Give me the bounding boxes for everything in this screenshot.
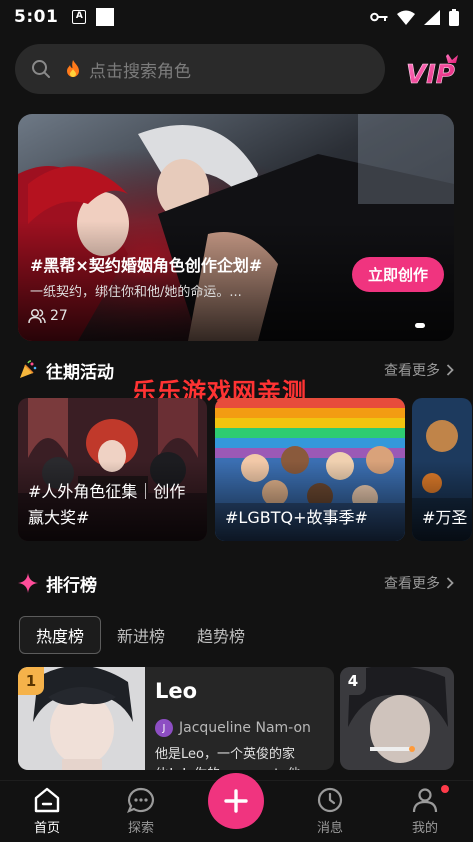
participant-count: 27 [28,308,68,324]
banner-title: #黑帮×契约婚姻角色创作企划# [30,256,263,275]
vip-label: VIP [406,60,455,88]
ranking-header: 排行榜 查看更多 [18,569,454,597]
search-bar[interactable]: 点击搜索角色 [15,44,385,94]
character-name: Leo [155,679,198,703]
status-time: 5:01 [14,7,59,27]
party-popper-icon [20,360,37,378]
tab-hot[interactable]: 热度榜 [19,616,102,654]
character-description: 他是Leo，一个英俊的家伙！！你的roommate他 [155,747,300,770]
plus-icon [224,789,248,813]
clock-icon [317,787,343,813]
create-button[interactable] [208,773,264,829]
vip-crown-icon: VIP [406,54,458,90]
activity-card[interactable]: #人外角色征集｜创作赢大奖# [18,398,207,541]
rank-badge: 1 [18,667,44,695]
tab-new[interactable]: 新进榜 [101,616,181,654]
create-now-button[interactable]: 立即创作 [352,257,444,292]
nav-home[interactable]: 首页 [17,787,77,836]
sparkle-icon [18,573,38,593]
notification-square-icon [96,8,115,26]
wifi-icon [397,10,415,25]
bottom-navigation: 首页 探索 消息 我的 [0,773,473,842]
tab-trending[interactable]: 趋势榜 [181,616,261,654]
author-name: Jacqueline Nam-on [179,720,311,736]
battery-icon [449,8,459,26]
people-icon [28,308,46,324]
ranking-title: 排行榜 [46,575,97,596]
home-icon [34,787,60,813]
activities-see-more[interactable]: 查看更多 [384,360,454,380]
banner-subtitle: 一纸契约，绑住你和他/她的命运。... [30,285,242,300]
chevron-right-icon [446,577,454,589]
ranking-see-more[interactable]: 查看更多 [384,573,454,593]
status-icons [370,8,459,26]
activities-carousel[interactable]: #人外角色征集｜创作赢大奖# #LGBTQ+故事季# #万圣 [18,398,473,541]
person-icon [412,788,438,813]
activity-caption: #人外角色征集｜创作赢大奖# [28,482,186,527]
activities-title: 往期活动 [46,362,114,383]
nav-profile[interactable]: 我的 [395,787,455,836]
status-bar: 5:01 A [0,0,473,34]
search-placeholder: 点击搜索角色 [89,61,191,82]
profile-notification-dot [441,785,449,793]
activity-caption: #万圣 [422,508,468,527]
chevron-right-icon [446,364,454,376]
chat-bubble-icon [127,787,154,813]
activity-card[interactable]: #万圣 [412,398,472,541]
notification-app-icon: A [72,10,87,24]
rank-card[interactable]: 1 Leo J Jacqueline Nam-on 他是Leo，一个英俊的家伙！… [18,667,334,770]
rank-badge: 4 [340,667,366,695]
flame-icon [67,60,79,77]
vpn-key-icon [370,12,388,22]
author-avatar: J [155,719,173,737]
search-icon [32,60,50,78]
vip-button[interactable]: VIP [404,50,466,90]
rank-card[interactable]: 4 [340,667,454,770]
featured-banner[interactable]: #黑帮×契约婚姻角色创作企划# 一纸契约，绑住你和他/她的命运。... 27 立… [18,114,454,341]
signal-icon [424,9,440,25]
author-line: J Jacqueline Nam-on [155,719,311,737]
nav-explore[interactable]: 探索 [111,787,171,836]
ranking-tabs: 热度榜 新进榜 趋势榜 [19,616,261,654]
participant-count-value: 27 [50,308,68,324]
activity-card[interactable]: #LGBTQ+故事季# [215,398,405,541]
activity-caption: #LGBTQ+故事季# [225,508,368,527]
carousel-indicator [415,323,425,328]
nav-messages[interactable]: 消息 [300,787,360,836]
